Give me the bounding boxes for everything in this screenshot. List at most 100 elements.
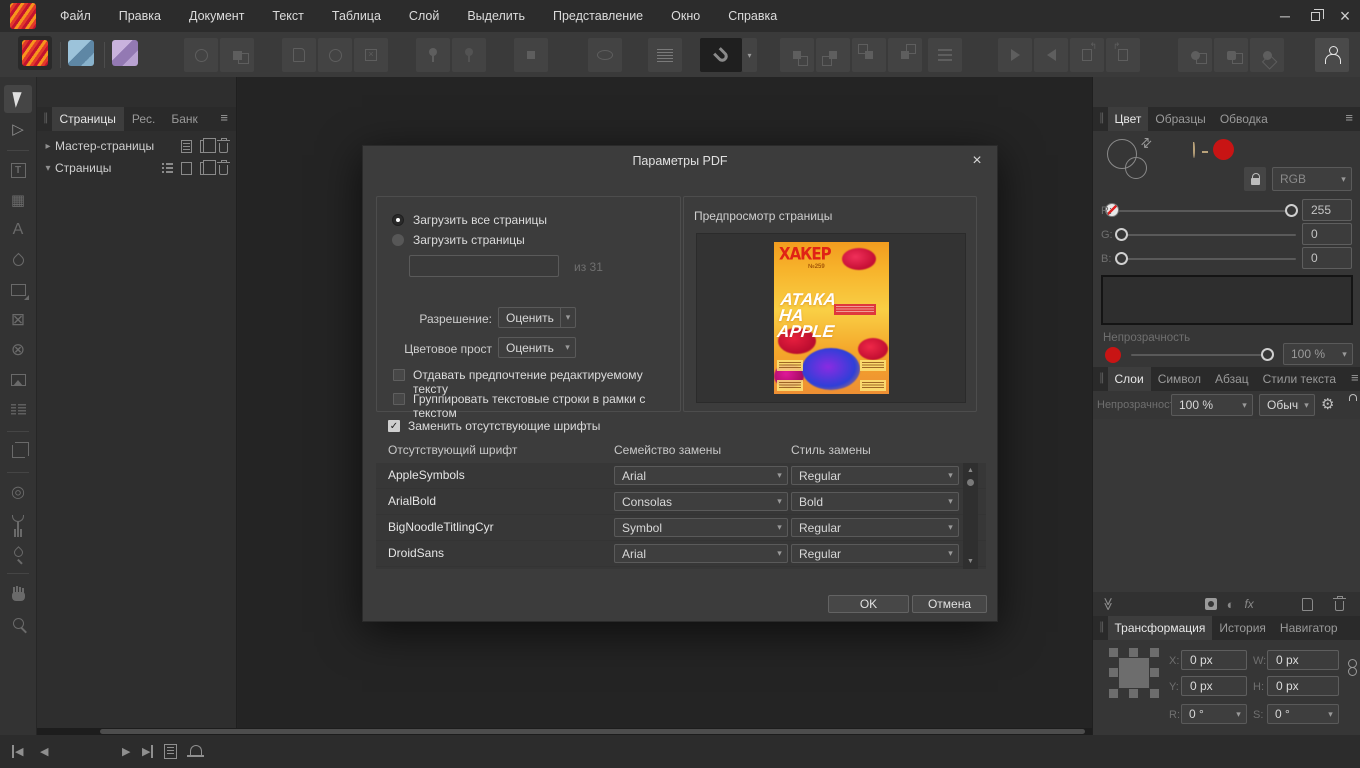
anchor-point-selector[interactable] bbox=[1109, 648, 1159, 698]
insert-page-button[interactable] bbox=[282, 38, 316, 72]
menu-view[interactable]: Представление bbox=[539, 0, 657, 32]
preview-mode-button[interactable] bbox=[588, 38, 622, 72]
flip-horizontal-button[interactable] bbox=[998, 38, 1032, 72]
stroke-color-circle[interactable] bbox=[1125, 157, 1147, 179]
tab-transform[interactable]: Трансформация bbox=[1108, 616, 1213, 640]
red-slider-knob[interactable] bbox=[1285, 204, 1298, 217]
tab-navigator[interactable]: Навигатор bbox=[1273, 616, 1345, 640]
blue-slider-knob[interactable] bbox=[1115, 252, 1128, 265]
insert-ellipse-button[interactable] bbox=[318, 38, 352, 72]
collapse-arrow-icon[interactable]: ▸ bbox=[41, 141, 55, 152]
dialog-close-button[interactable]: × bbox=[965, 149, 989, 173]
layers-opacity-dropdown[interactable]: 100 % ▾ bbox=[1171, 394, 1253, 416]
menu-text[interactable]: Текст bbox=[258, 0, 317, 32]
pin-button[interactable] bbox=[416, 38, 450, 72]
trash-icon[interactable] bbox=[219, 165, 228, 175]
family-dropdown[interactable]: Arial▾ bbox=[614, 466, 788, 485]
blue-slider-track[interactable] bbox=[1119, 258, 1296, 260]
move-to-back-button[interactable] bbox=[888, 38, 922, 72]
artistic-text-tool[interactable]: A bbox=[4, 216, 32, 244]
load-pages-range-radio[interactable]: Загрузить страницы bbox=[392, 233, 525, 247]
style-dropdown[interactable]: Regular▾ bbox=[791, 466, 959, 485]
layers-list-empty[interactable] bbox=[1093, 419, 1360, 592]
previous-page-button[interactable]: ◀ bbox=[40, 735, 48, 768]
family-dropdown[interactable]: Symbol▾ bbox=[614, 518, 788, 537]
table-row[interactable]: DroidSans Arial▾ Regular▾ bbox=[376, 541, 986, 566]
boolean-add-button[interactable] bbox=[1178, 38, 1212, 72]
family-dropdown[interactable]: Arial▾ bbox=[614, 544, 788, 563]
menu-document[interactable]: Документ bbox=[175, 0, 258, 32]
picture-frame-rect-tool[interactable]: ⊠ bbox=[4, 306, 32, 334]
menu-table[interactable]: Таблица bbox=[318, 0, 395, 32]
pen-tool[interactable] bbox=[4, 246, 32, 274]
h-field[interactable]: 0 px bbox=[1267, 676, 1339, 696]
style-dropdown[interactable]: Bold▾ bbox=[791, 492, 959, 511]
ok-button[interactable]: OK bbox=[828, 595, 909, 613]
opacity-slider-track[interactable] bbox=[1131, 354, 1271, 356]
tab-layers[interactable]: Слои bbox=[1108, 367, 1151, 391]
notifications-button[interactable] bbox=[190, 735, 202, 768]
picture-frame-ellipse-tool[interactable]: ⊗ bbox=[4, 336, 32, 364]
node-tool[interactable]: ▷ bbox=[4, 115, 32, 143]
y-field[interactable]: 0 px bbox=[1181, 676, 1247, 696]
adjustment-icon[interactable]: ◐ bbox=[1227, 597, 1235, 612]
unpin-button[interactable] bbox=[452, 38, 486, 72]
text-flow-tool[interactable] bbox=[4, 396, 32, 424]
color-picker-tool[interactable] bbox=[4, 538, 32, 566]
red-slider-track[interactable] bbox=[1119, 210, 1296, 212]
panel-grip-icon[interactable]: ∥ bbox=[1093, 616, 1108, 640]
minimize-button[interactable]: ─ bbox=[1270, 0, 1300, 32]
tab-resources[interactable]: Рес. bbox=[124, 107, 163, 131]
restore-button[interactable] bbox=[1300, 0, 1330, 32]
duplicate-master-icon[interactable] bbox=[200, 140, 211, 153]
rotation-dropdown[interactable]: 0 ° ▾ bbox=[1181, 704, 1247, 724]
opacity-slider-knob[interactable] bbox=[1261, 348, 1274, 361]
trash-icon[interactable] bbox=[219, 143, 228, 153]
apply-master-icon[interactable] bbox=[160, 163, 173, 174]
table-row[interactable]: AppleSymbols Arial▾ Regular▾ bbox=[376, 463, 986, 488]
table-tool[interactable]: ▦ bbox=[4, 186, 32, 214]
text-display-button[interactable] bbox=[648, 38, 682, 72]
scroll-thumb[interactable] bbox=[967, 479, 974, 486]
red-value-field[interactable]: 255 bbox=[1302, 199, 1352, 221]
green-slider-knob[interactable] bbox=[1115, 228, 1128, 241]
persona-designer-button[interactable] bbox=[68, 40, 94, 66]
table-row[interactable]: ArialBold Consolas▾ Bold▾ bbox=[376, 489, 986, 514]
insert-inside-button[interactable] bbox=[514, 38, 548, 72]
zoom-tool[interactable] bbox=[4, 609, 32, 637]
next-page-button[interactable]: ▶ bbox=[122, 735, 130, 768]
flip-vertical-button[interactable] bbox=[1034, 38, 1068, 72]
color-mode-dropdown[interactable]: RGB ▾ bbox=[1272, 167, 1352, 191]
replace-fonts-checkbox[interactable]: ✓ Заменить отсутствующие шрифты bbox=[388, 419, 600, 433]
menu-layer[interactable]: Слой bbox=[395, 0, 453, 32]
menu-file[interactable]: Файл bbox=[46, 0, 105, 32]
place-image-tool[interactable] bbox=[4, 366, 32, 394]
table-scrollbar[interactable]: ▲ ▼ bbox=[963, 463, 978, 569]
fill-tool[interactable]: ◎ bbox=[4, 478, 32, 506]
cancel-button[interactable]: Отмена bbox=[912, 595, 987, 613]
persona-publisher-button[interactable] bbox=[18, 36, 52, 70]
frame-text-tool[interactable]: T bbox=[4, 156, 32, 184]
boolean-divide-button[interactable] bbox=[1250, 38, 1284, 72]
color-eyedropper-icon[interactable] bbox=[1193, 142, 1195, 158]
style-dropdown[interactable]: Regular▾ bbox=[791, 544, 959, 563]
x-field[interactable]: 0 px bbox=[1181, 650, 1247, 670]
rectangle-tool[interactable] bbox=[4, 276, 32, 304]
panel-menu-icon[interactable]: ≡ bbox=[212, 107, 236, 131]
insert-frame-button[interactable]: × bbox=[354, 38, 388, 72]
colorspace-dropdown[interactable]: Оценить ▾ bbox=[498, 337, 576, 358]
snapping-dropdown-button[interactable]: ▾ bbox=[742, 38, 757, 72]
rotate-ccw-button[interactable] bbox=[1070, 38, 1104, 72]
tab-text-styles[interactable]: Стили текста bbox=[1256, 367, 1343, 391]
persona-photo-button[interactable] bbox=[112, 40, 138, 66]
tab-paragraph[interactable]: Абзац bbox=[1208, 367, 1256, 391]
new-layer-icon[interactable] bbox=[1302, 598, 1313, 611]
first-page-button[interactable]: ◀ bbox=[12, 735, 23, 768]
page-range-input[interactable] bbox=[409, 255, 559, 277]
green-slider-track[interactable] bbox=[1119, 234, 1296, 236]
scroll-down-icon[interactable]: ▼ bbox=[963, 558, 978, 565]
family-dropdown[interactable]: Consolas▾ bbox=[614, 492, 788, 511]
resource-button[interactable] bbox=[220, 38, 254, 72]
mask-icon[interactable] bbox=[1205, 598, 1217, 610]
menu-select[interactable]: Выделить bbox=[453, 0, 539, 32]
